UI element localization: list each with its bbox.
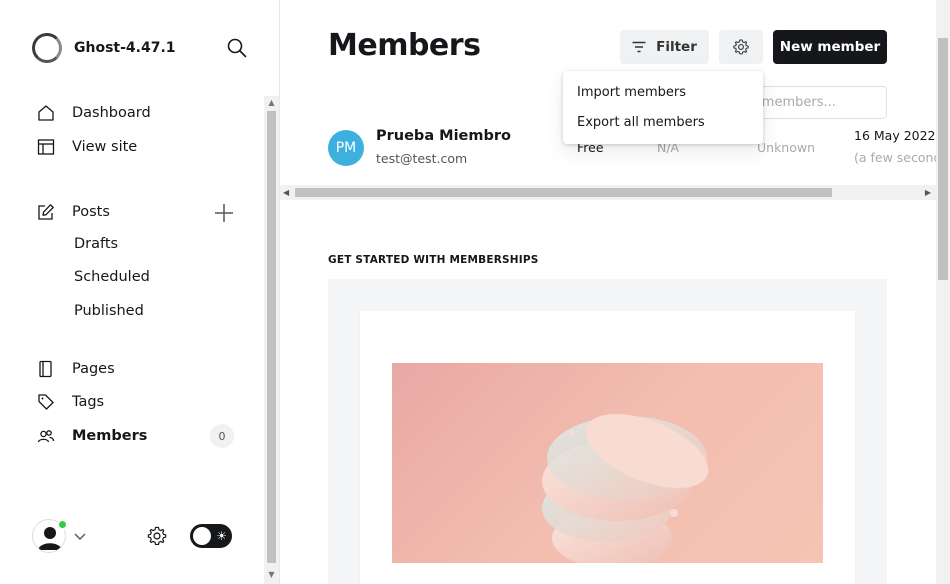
nav-label: Members xyxy=(72,428,148,444)
sun-icon: ☀ xyxy=(216,529,227,543)
nav-label: Posts xyxy=(72,204,110,220)
scroll-up-arrow-icon[interactable]: ▲ xyxy=(264,96,279,110)
search-icon[interactable] xyxy=(226,37,248,59)
nav-scheduled[interactable]: Scheduled xyxy=(74,269,150,285)
page-scrollbar[interactable] xyxy=(936,0,950,584)
filter-icon xyxy=(632,41,646,53)
hero-illustration xyxy=(392,363,823,563)
site-logo xyxy=(32,33,62,63)
nav-tags[interactable]: Tags xyxy=(36,392,104,412)
edit-icon xyxy=(36,202,56,222)
settings-gear-icon[interactable] xyxy=(146,525,168,547)
online-status-dot xyxy=(57,519,68,530)
browser-icon xyxy=(36,137,56,157)
filter-label: Filter xyxy=(656,39,697,55)
member-email: test@test.com xyxy=(376,151,468,166)
tag-icon xyxy=(36,392,56,412)
scroll-left-arrow-icon[interactable]: ◀ xyxy=(283,185,289,200)
main-content: Members Filter New member Search members… xyxy=(280,0,936,584)
nav-label: View site xyxy=(72,139,138,155)
nav-view-site[interactable]: View site xyxy=(36,137,137,157)
scroll-right-arrow-icon[interactable]: ▶ xyxy=(925,185,931,200)
chevron-down-icon[interactable] xyxy=(72,528,88,544)
gear-icon xyxy=(733,39,749,55)
member-created-date: 16 May 2022 xyxy=(854,128,936,143)
scrollbar-thumb[interactable] xyxy=(267,111,276,563)
table-horizontal-scrollbar[interactable]: ◀ ▶ xyxy=(280,185,936,200)
nav-drafts[interactable]: Drafts xyxy=(74,236,118,252)
nav-label: Tags xyxy=(72,394,105,410)
section-heading: GET STARTED WITH MEMBERSHIPS xyxy=(328,254,539,266)
import-members-option[interactable]: Import members xyxy=(577,85,686,100)
members-icon xyxy=(36,426,56,446)
member-created-ago: (a few seconds ago) xyxy=(854,150,936,165)
site-name: Ghost-4.47.1 xyxy=(74,40,176,56)
new-post-plus-icon[interactable] xyxy=(212,201,236,225)
member-name: Prueba Miembro xyxy=(376,128,511,144)
sidebar-scrollbar[interactable]: ▲ ▼ xyxy=(264,96,279,584)
scrollbar-thumb[interactable] xyxy=(938,38,948,280)
scrollbar-thumb[interactable] xyxy=(295,188,832,197)
nav-pages[interactable]: Pages xyxy=(36,359,115,379)
sidebar: Ghost-4.47.1 Dashboard View site Posts D… xyxy=(0,0,280,584)
brand[interactable]: Ghost-4.47.1 xyxy=(32,33,176,63)
home-icon xyxy=(36,103,56,123)
members-actions-dropdown: Import members Export all members xyxy=(563,71,763,144)
night-mode-toggle[interactable]: ☀ xyxy=(190,524,232,548)
nav-dashboard[interactable]: Dashboard xyxy=(36,103,151,123)
page-icon xyxy=(36,359,56,379)
members-count-badge: 0 xyxy=(210,424,234,448)
member-avatar: PM xyxy=(328,130,364,166)
scroll-down-arrow-icon[interactable]: ▼ xyxy=(264,568,279,582)
nav-published[interactable]: Published xyxy=(74,303,144,319)
members-settings-button[interactable] xyxy=(719,30,763,64)
nav-members[interactable]: Members xyxy=(36,426,147,446)
nav-label: Dashboard xyxy=(72,105,151,121)
page-title: Members xyxy=(328,28,481,63)
nav-label: Pages xyxy=(72,361,115,377)
filter-button[interactable]: Filter xyxy=(620,30,709,64)
nav-posts[interactable]: Posts xyxy=(36,202,110,222)
toggle-knob xyxy=(193,527,211,545)
new-member-button[interactable]: New member xyxy=(773,30,887,64)
export-members-option[interactable]: Export all members xyxy=(577,115,705,130)
member-location: Unknown xyxy=(757,140,816,155)
